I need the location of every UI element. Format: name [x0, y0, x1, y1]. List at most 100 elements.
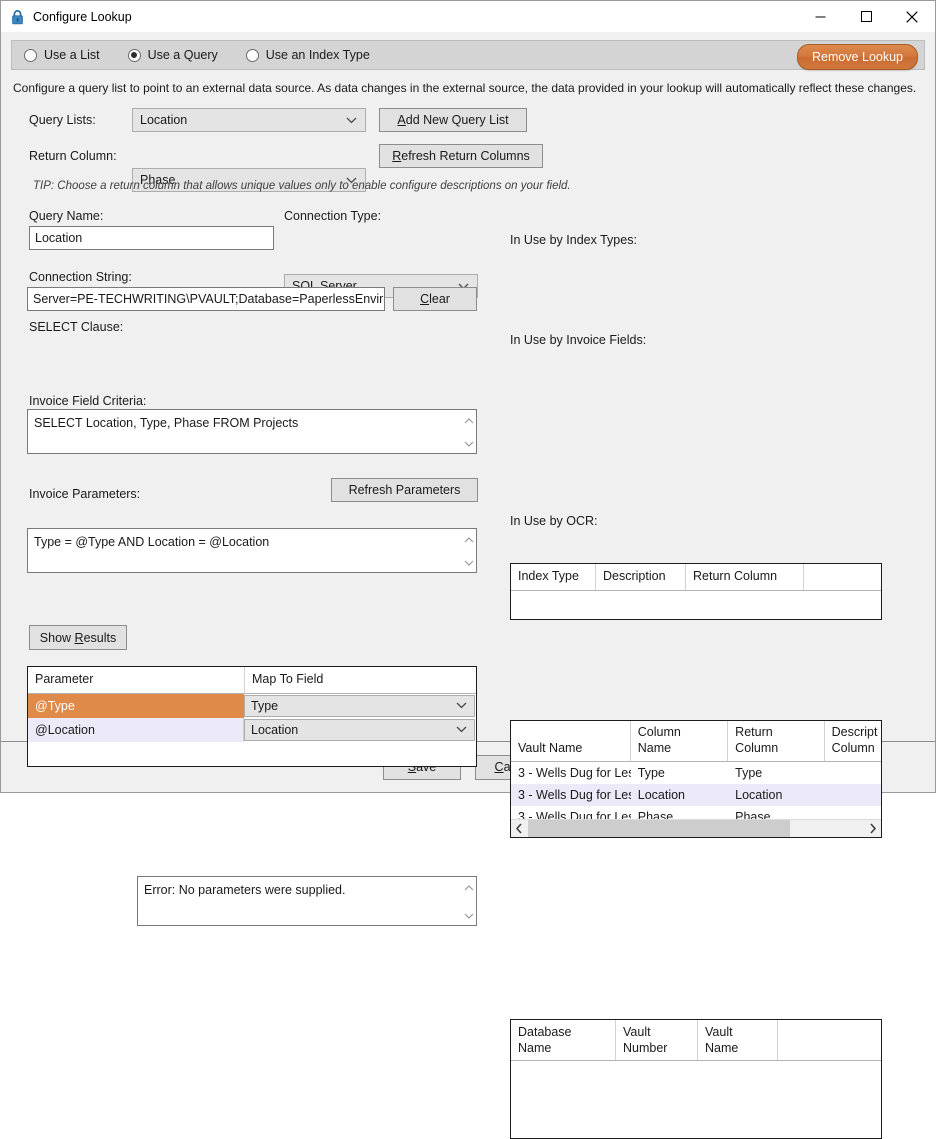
- column-header-index-type: Index Type: [511, 564, 596, 590]
- invoice-parameters-header: Parameter Map To Field: [28, 667, 476, 694]
- tip-text: TIP: Choose a return column that allows …: [33, 180, 571, 192]
- radio-circle-selected-icon: [127, 48, 141, 62]
- in-use-by-index-types-label: In Use by Index Types:: [510, 233, 637, 247]
- column-name-cell: Location: [637, 788, 686, 802]
- scroll-down-icon[interactable]: [464, 908, 474, 922]
- query-lists-label: Query Lists:: [29, 113, 96, 127]
- query-lists-select[interactable]: Location: [132, 108, 366, 132]
- maximize-icon[interactable]: [843, 1, 889, 32]
- in-use-by-ocr-label: In Use by OCR:: [510, 514, 598, 528]
- map-to-field-value: Type: [251, 698, 279, 713]
- column-header-vault-name: Vault Name: [511, 721, 631, 761]
- in-use-by-ocr-grid[interactable]: Database Name Vault Number Vault Name: [510, 1019, 882, 1139]
- invoice-fields-header: Vault Name Column Name Return Column Des…: [511, 721, 881, 762]
- add-new-query-list-button[interactable]: Add New Query List: [379, 108, 527, 132]
- scroll-up-icon[interactable]: [464, 413, 474, 427]
- map-to-field-value: Location: [251, 722, 299, 737]
- window-controls: [797, 1, 935, 32]
- clear-label: lear: [429, 292, 450, 306]
- select-clause-scrollbar[interactable]: [461, 410, 476, 453]
- radio-use-a-list[interactable]: Use a List: [24, 48, 100, 62]
- radio-use-a-list-label: Use a List: [44, 48, 100, 62]
- refresh-return-columns-mnemonic: R: [392, 149, 402, 163]
- invoice-fields-horizontal-scrollbar[interactable]: [511, 819, 881, 837]
- column-header-column-name: Column Name: [631, 721, 729, 761]
- scrollbar-thumb[interactable]: [528, 820, 791, 837]
- radio-use-an-index-type[interactable]: Use an Index Type: [245, 48, 370, 62]
- configure-lookup-window: Configure Lookup Use a List Use a Query: [0, 0, 936, 1139]
- column-header-vault-number: Vault Number: [616, 1020, 698, 1060]
- radio-use-a-query-label: Use a Query: [147, 48, 218, 62]
- ocr-header: Database Name Vault Number Vault Name: [511, 1020, 881, 1061]
- refresh-return-columns-button[interactable]: Refresh Return Columns: [379, 144, 543, 168]
- column-header-description-column: Descript Column: [831, 725, 878, 755]
- lock-icon: [10, 9, 25, 25]
- chevron-down-icon: [456, 726, 467, 733]
- invoice-field-criteria-label: Invoice Field Criteria:: [29, 394, 147, 408]
- description-column-cell: [825, 762, 881, 784]
- column-header-return-column: Return Column: [686, 564, 804, 590]
- results-scrollbar[interactable]: [461, 877, 476, 925]
- scroll-up-icon[interactable]: [464, 532, 474, 546]
- close-icon[interactable]: [889, 1, 935, 32]
- show-results-button[interactable]: Show Results: [29, 625, 127, 650]
- scroll-down-icon[interactable]: [464, 555, 474, 569]
- return-column-label: Return Column:: [29, 149, 117, 163]
- select-clause-label: SELECT Clause:: [29, 320, 124, 334]
- add-new-query-list-label: dd New Query List: [405, 113, 509, 127]
- mode-selector: Use a List Use a Query Use an Index Type…: [11, 40, 925, 70]
- invoice-field-criteria-textarea[interactable]: Type = @Type AND Location = @Location: [27, 528, 477, 573]
- scrollbar-track[interactable]: [528, 820, 864, 837]
- chevron-down-icon: [346, 117, 357, 124]
- cancel-mnemonic: C: [494, 760, 504, 774]
- show-results-mnemonic: R: [74, 630, 84, 645]
- minimize-icon[interactable]: [797, 1, 843, 32]
- results-output[interactable]: Error: No parameters were supplied.: [137, 876, 477, 926]
- query-name-input[interactable]: Location: [29, 226, 274, 250]
- column-header-filler: [778, 1020, 881, 1060]
- connection-string-input[interactable]: Server=PE-TECHWRITING\PVAULT;Database=Pa…: [27, 287, 385, 311]
- description-text: Configure a query list to point to an ex…: [13, 81, 917, 95]
- scroll-left-icon[interactable]: [511, 823, 528, 834]
- in-use-by-invoice-fields-grid[interactable]: Vault Name Column Name Return Column Des…: [510, 720, 882, 838]
- mode-selector-area: Use a List Use a Query Use an Index Type…: [1, 32, 935, 70]
- radio-use-a-query[interactable]: Use a Query: [127, 48, 218, 62]
- select-clause-textarea[interactable]: SELECT Location, Type, Phase FROM Projec…: [27, 409, 477, 454]
- chevron-down-icon: [456, 702, 467, 709]
- invoice-field-criteria-scrollbar[interactable]: [461, 529, 476, 572]
- parameter-cell: @Location: [28, 717, 244, 742]
- show-results-label-pre: Show: [39, 630, 75, 645]
- column-header-map-to-field: Map To Field: [252, 672, 324, 686]
- add-new-query-list-mnemonic: A: [397, 113, 406, 127]
- connection-string-label: Connection String:: [29, 270, 132, 284]
- window-title: Configure Lookup: [33, 9, 132, 24]
- vault-name-cell: 3 - Wells Dug for Less: [518, 766, 631, 780]
- remove-lookup-button[interactable]: Remove Lookup: [796, 44, 918, 70]
- refresh-parameters-button[interactable]: Refresh Parameters: [331, 478, 478, 502]
- in-use-by-invoice-fields-label: In Use by Invoice Fields:: [510, 333, 647, 347]
- map-to-field-select[interactable]: Type: [244, 694, 475, 717]
- scroll-down-icon[interactable]: [464, 436, 474, 450]
- map-to-field-select[interactable]: Location: [244, 718, 475, 741]
- query-lists-value: Location: [140, 113, 188, 127]
- clear-button[interactable]: Clear: [393, 287, 477, 311]
- in-use-by-index-types-grid[interactable]: Index Type Description Return Column: [510, 563, 882, 620]
- table-row[interactable]: @Type Type: [28, 693, 476, 718]
- refresh-return-columns-label: efresh Return Columns: [401, 149, 530, 163]
- column-header-description: Description: [596, 564, 686, 590]
- table-row[interactable]: @Location Location: [28, 717, 476, 742]
- results-message: Error: No parameters were supplied.: [144, 883, 346, 897]
- invoice-field-criteria-value: Type = @Type AND Location = @Location: [34, 535, 270, 549]
- radio-use-an-index-type-label: Use an Index Type: [265, 48, 370, 62]
- connection-type-label: Connection Type:: [284, 209, 382, 223]
- select-clause-value: SELECT Location, Type, Phase FROM Projec…: [34, 416, 299, 430]
- description-column-cell: [825, 784, 881, 806]
- table-row[interactable]: 3 - Wells Dug for Less Location Location: [511, 784, 881, 806]
- radio-circle-icon: [24, 48, 37, 62]
- return-column-cell: Type: [735, 766, 763, 780]
- invoice-parameters-grid[interactable]: Parameter Map To Field @Type Type @Locat…: [27, 666, 477, 767]
- table-row[interactable]: 3 - Wells Dug for Less Type Type: [511, 762, 881, 784]
- scroll-right-icon[interactable]: [864, 823, 881, 834]
- scroll-up-icon[interactable]: [464, 880, 474, 894]
- title-bar: Configure Lookup: [1, 1, 935, 32]
